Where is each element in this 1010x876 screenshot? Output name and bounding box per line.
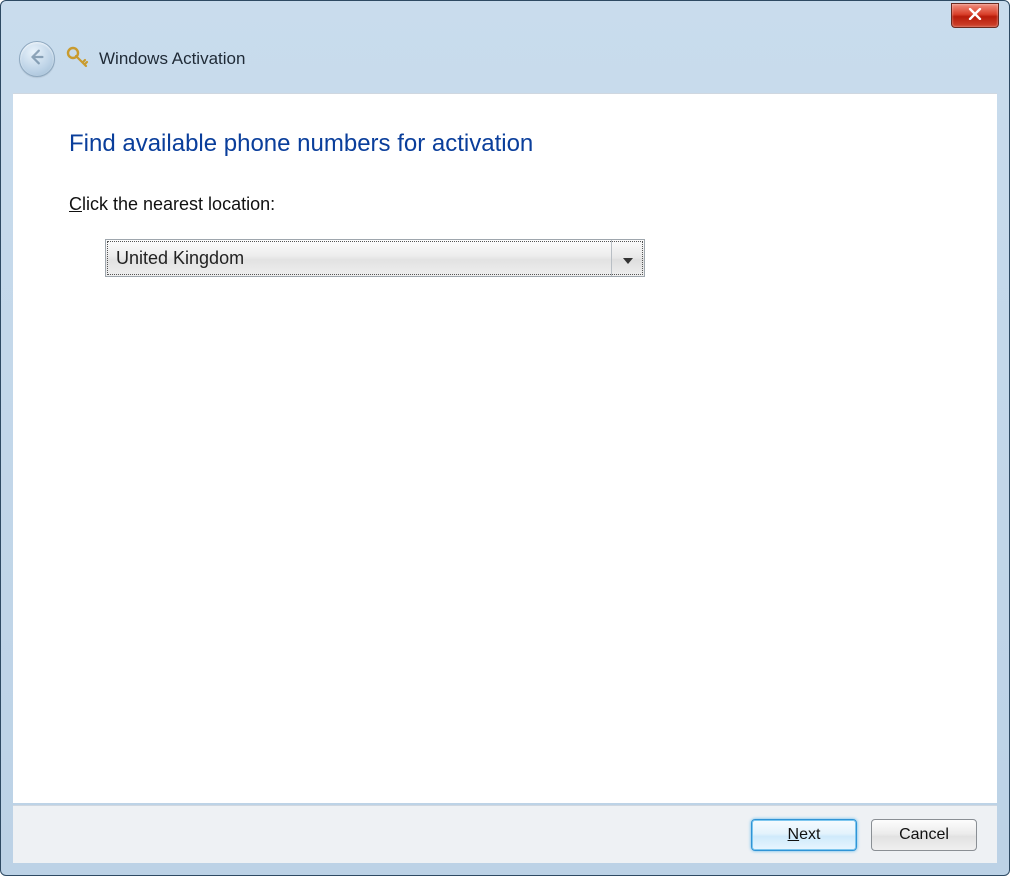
page-heading: Find available phone numbers for activat… (69, 130, 941, 158)
combobox-arrow[interactable] (611, 240, 644, 276)
nav-row: Windows Activation (1, 35, 1009, 87)
cancel-button[interactable]: Cancel (871, 819, 977, 851)
back-arrow-icon (28, 48, 46, 71)
next-button-label: Next (788, 826, 821, 844)
cancel-button-label: Cancel (899, 826, 949, 844)
footer-bar: Next Cancel (13, 805, 997, 863)
next-button[interactable]: Next (751, 819, 857, 851)
close-icon (968, 7, 982, 25)
content-area: Find available phone numbers for activat… (13, 93, 997, 803)
back-button[interactable] (19, 41, 55, 77)
location-selected-value: United Kingdom (106, 240, 611, 276)
close-button[interactable] (951, 3, 999, 28)
activation-window: Windows Activation Find available phone … (0, 0, 1010, 876)
location-combobox[interactable]: United Kingdom (105, 239, 645, 277)
titlebar (1, 1, 1009, 35)
location-prompt: Click the nearest location: (69, 194, 941, 215)
app-title: Windows Activation (99, 49, 245, 69)
chevron-down-icon (623, 248, 633, 269)
key-icon (65, 45, 89, 74)
